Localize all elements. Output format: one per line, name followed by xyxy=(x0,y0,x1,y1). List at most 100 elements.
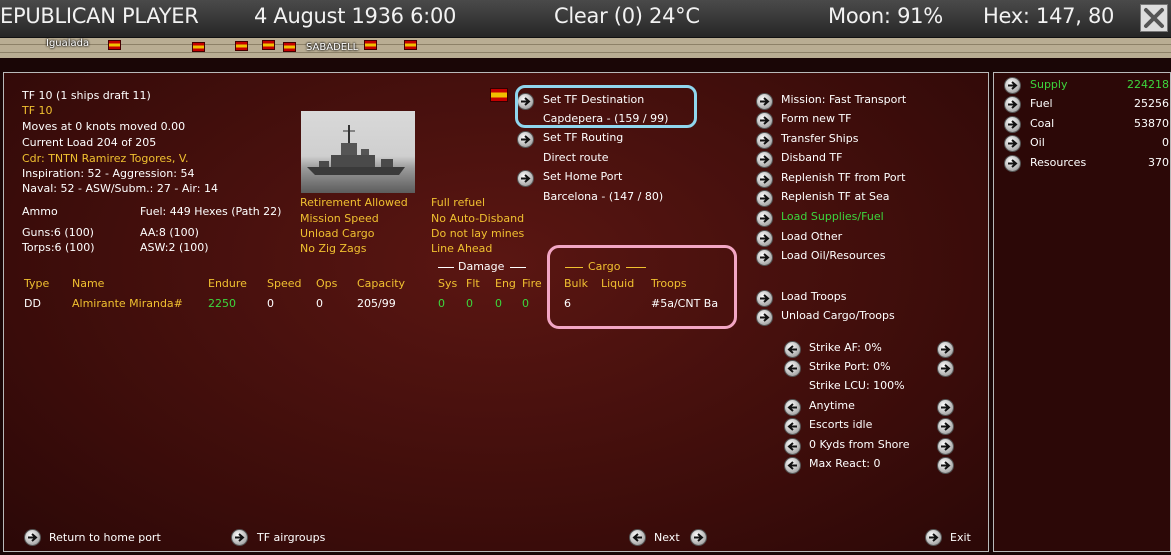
load-supplies-button[interactable] xyxy=(756,210,773,227)
arrow-right-icon xyxy=(760,136,770,145)
form-new-tf-button[interactable] xyxy=(756,112,773,129)
previous-button[interactable] xyxy=(629,529,646,546)
supply-button[interactable] xyxy=(1004,77,1021,94)
col-capacity[interactable]: Capacity xyxy=(357,277,405,291)
resources-label[interactable]: Resources xyxy=(1030,156,1086,170)
coal-label[interactable]: Coal xyxy=(1030,117,1054,131)
col-sys[interactable]: Sys xyxy=(438,277,457,291)
arrow-right-icon xyxy=(760,234,770,243)
arrow-right-icon xyxy=(941,345,951,354)
supply-label[interactable]: Supply xyxy=(1030,78,1068,92)
cell-name[interactable]: Almirante Miranda# xyxy=(72,297,183,311)
option-full-refuel[interactable]: Full refuel xyxy=(431,196,485,210)
next-button[interactable] xyxy=(690,529,707,546)
option-line-ahead[interactable]: Line Ahead xyxy=(431,242,492,256)
unit-flag-icon[interactable] xyxy=(192,42,205,52)
next-label[interactable]: Next xyxy=(654,531,680,545)
replenish-port-label[interactable]: Replenish TF from Port xyxy=(781,171,905,185)
return-home-button[interactable] xyxy=(24,529,41,546)
exit-button[interactable] xyxy=(925,529,942,546)
max-react-decrease-button[interactable] xyxy=(784,457,801,474)
oil-label[interactable]: Oil xyxy=(1030,136,1045,150)
set-routing-button[interactable] xyxy=(517,131,534,148)
load-troops-button[interactable] xyxy=(756,290,773,307)
map-strip[interactable]: Igualada SABADELL xyxy=(0,38,1171,58)
unit-flag-icon[interactable] xyxy=(235,41,248,51)
replenish-sea-button[interactable] xyxy=(756,190,773,207)
resources-panel: Supply 224218 Fuel 25256 Coal 53870 Oil … xyxy=(993,72,1171,552)
load-troops-label[interactable]: Load Troops xyxy=(781,290,846,304)
option-unload-cargo[interactable]: Unload Cargo xyxy=(300,227,375,241)
col-fire[interactable]: Fire xyxy=(522,277,542,291)
col-endure[interactable]: Endure xyxy=(208,277,247,291)
set-home-port-button[interactable] xyxy=(517,170,534,187)
escorts-increase-button[interactable] xyxy=(937,418,954,435)
replenish-port-button[interactable] xyxy=(756,171,773,188)
set-routing-label[interactable]: Set TF Routing xyxy=(543,131,623,145)
mission-label[interactable]: Mission: Fast Transport xyxy=(781,93,906,107)
cell-capacity: 205/99 xyxy=(357,297,396,310)
unit-flag-icon[interactable] xyxy=(262,40,275,50)
col-type[interactable]: Type xyxy=(24,277,49,291)
set-home-port-label[interactable]: Set Home Port xyxy=(543,170,622,184)
unit-flag-icon[interactable] xyxy=(404,40,417,50)
tf-airgroups-label[interactable]: TF airgroups xyxy=(257,531,325,545)
fuel-res-label[interactable]: Fuel xyxy=(1030,97,1053,111)
date-label: 4 August 1936 6:00 xyxy=(254,4,457,28)
option-no-zig-zags[interactable]: No Zig Zags xyxy=(300,242,367,256)
disband-tf-button[interactable] xyxy=(756,151,773,168)
arrow-right-icon xyxy=(521,135,531,144)
option-no-auto-disband[interactable]: No Auto-Disband xyxy=(431,212,524,226)
arrow-right-icon xyxy=(941,364,951,373)
strike-af-increase-button[interactable] xyxy=(937,341,954,358)
strike-af-decrease-button[interactable] xyxy=(784,341,801,358)
load-other-label[interactable]: Load Other xyxy=(781,230,842,244)
strike-port-decrease-button[interactable] xyxy=(784,360,801,377)
close-button[interactable] xyxy=(1140,4,1168,32)
strike-port-increase-button[interactable] xyxy=(937,360,954,377)
escorts-decrease-button[interactable] xyxy=(784,418,801,435)
col-name[interactable]: Name xyxy=(72,277,104,291)
mission-button[interactable] xyxy=(756,93,773,110)
load-supplies-label[interactable]: Load Supplies/Fuel xyxy=(781,210,884,224)
unload-cargo-troops-button[interactable] xyxy=(756,309,773,326)
moon-label: Moon: 91% xyxy=(828,4,943,28)
transfer-ships-label[interactable]: Transfer Ships xyxy=(781,132,858,146)
kyds-increase-button[interactable] xyxy=(937,438,954,455)
tf-commander[interactable]: Cdr: TNTN Ramirez Togores, V. xyxy=(22,152,189,166)
col-speed[interactable]: Speed xyxy=(267,277,301,291)
arrow-left-icon xyxy=(787,345,797,354)
return-home-label[interactable]: Return to home port xyxy=(49,531,161,545)
max-react-increase-button[interactable] xyxy=(937,457,954,474)
destroyer-silhouette-icon xyxy=(307,125,405,175)
tf-airgroups-button[interactable] xyxy=(231,529,248,546)
anytime-increase-button[interactable] xyxy=(937,399,954,416)
strike-port-label: Strike Port: 0% xyxy=(809,360,891,373)
coal-button[interactable] xyxy=(1004,116,1021,133)
unload-cargo-troops-label[interactable]: Unload Cargo/Troops xyxy=(781,309,895,323)
transfer-ships-button[interactable] xyxy=(756,132,773,149)
anytime-decrease-button[interactable] xyxy=(784,399,801,416)
arrow-right-icon xyxy=(28,533,38,542)
load-oil-label[interactable]: Load Oil/Resources xyxy=(781,249,886,263)
replenish-sea-label[interactable]: Replenish TF at Sea xyxy=(781,190,890,204)
col-eng[interactable]: Eng xyxy=(495,277,516,291)
col-ops[interactable]: Ops xyxy=(316,277,337,291)
unit-flag-icon[interactable] xyxy=(108,40,121,50)
option-mission-speed[interactable]: Mission Speed xyxy=(300,212,379,226)
fuel-button[interactable] xyxy=(1004,96,1021,113)
oil-button[interactable] xyxy=(1004,135,1021,152)
unit-flag-icon[interactable] xyxy=(364,40,377,50)
load-other-button[interactable] xyxy=(756,230,773,247)
form-new-tf-label[interactable]: Form new TF xyxy=(781,112,852,126)
kyds-decrease-button[interactable] xyxy=(784,438,801,455)
disband-tf-label[interactable]: Disband TF xyxy=(781,151,842,165)
resources-button[interactable] xyxy=(1004,155,1021,172)
option-no-lay-mines[interactable]: Do not lay mines xyxy=(431,227,524,241)
col-flt[interactable]: Flt xyxy=(466,277,480,291)
load-oil-button[interactable] xyxy=(756,249,773,266)
unit-flag-icon[interactable] xyxy=(283,42,296,52)
top-status-bar: EPUBLICAN PLAYER 4 August 1936 6:00 Clea… xyxy=(0,0,1171,38)
option-retirement[interactable]: Retirement Allowed xyxy=(300,196,408,210)
exit-label[interactable]: Exit xyxy=(950,531,971,545)
